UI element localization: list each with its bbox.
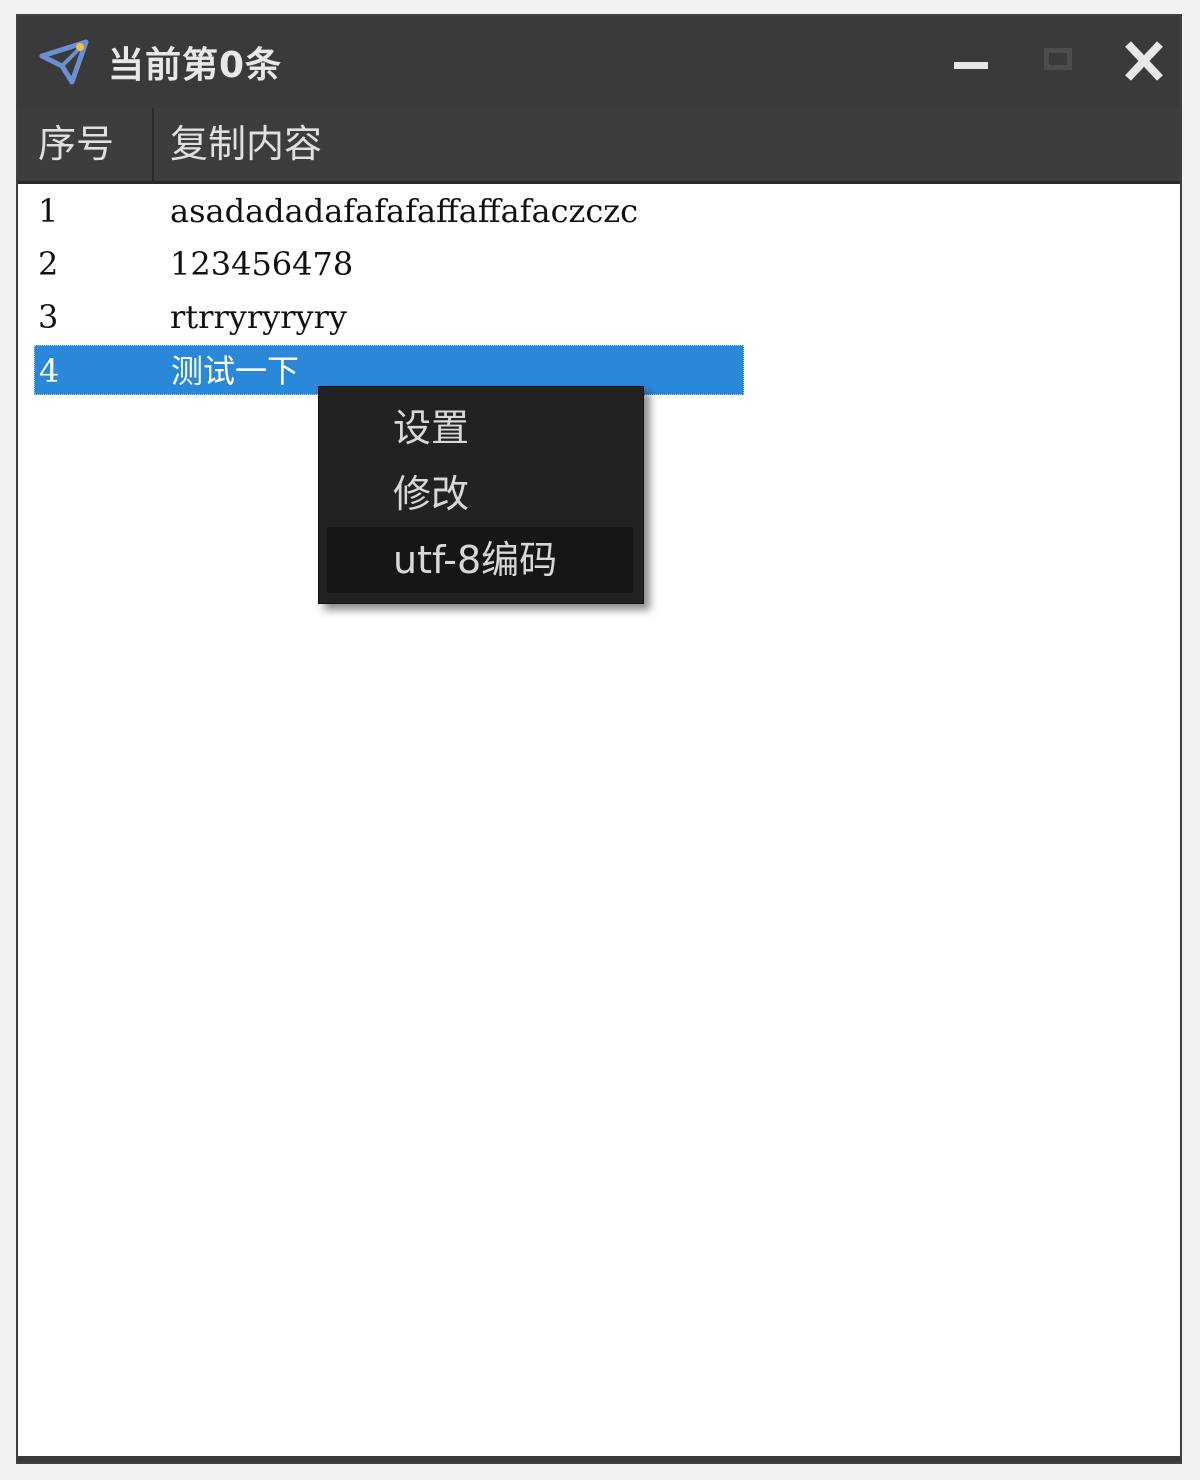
list-row[interactable]: 2 123456478 [34,239,744,289]
row-index: 1 [38,192,59,230]
app-window: 当前第0条 序号 复制内容 1 asadadadafafafaffaffafac… [16,14,1182,1464]
row-content: 测试一下 [171,352,300,390]
window-title: 当前第0条 [108,45,283,86]
row-index: 3 [38,298,59,336]
row-content: 123456478 [170,245,354,283]
menu-item-settings[interactable]: 设置 [327,395,633,461]
window-bottom-border [18,1456,1180,1462]
minimize-button[interactable] [938,34,998,90]
list-row[interactable]: 1 asadadadafafafaffaffafaczczc [34,186,744,236]
list-header: 序号 复制内容 [18,108,1180,184]
row-content: rtrryryryry [170,298,347,336]
minimize-icon [954,62,988,69]
close-button[interactable] [1114,34,1174,90]
context-menu: 设置 修改 utf-8编码 [318,386,644,604]
row-content: asadadadafafafaffaffafaczczc [170,192,639,230]
list-row[interactable]: 3 rtrryryryry [34,292,744,342]
row-index: 4 [39,352,60,390]
row-index: 2 [38,245,59,283]
maximize-button[interactable] [1026,34,1086,90]
column-header-index[interactable]: 序号 [38,108,148,181]
paper-plane-icon [39,39,89,85]
column-header-content[interactable]: 复制内容 [170,108,322,181]
menu-item-edit[interactable]: 修改 [327,461,633,527]
title-bar[interactable]: 当前第0条 [18,16,1180,109]
maximize-icon [1044,48,1072,70]
menu-item-utf8-encoding[interactable]: utf-8编码 [327,527,633,593]
column-divider[interactable] [152,108,154,181]
close-icon [1125,41,1163,81]
